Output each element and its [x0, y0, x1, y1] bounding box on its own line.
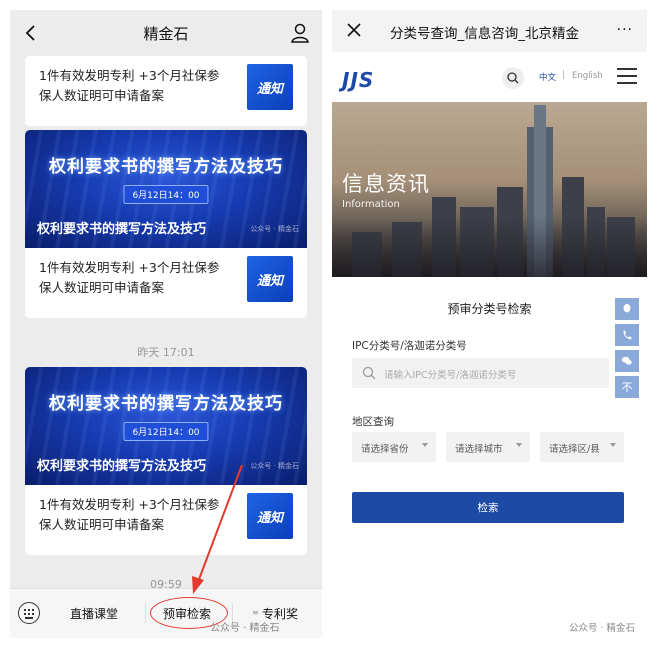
- banner-subtitle: 权利要求书的撰写方法及技巧: [37, 222, 207, 237]
- notice-thumbnail: 通知: [247, 493, 293, 539]
- ipc-search-input[interactable]: 请输入IPC分类号/洛迦诺分类号: [352, 358, 609, 388]
- search-submit-button[interactable]: 检索: [352, 492, 624, 523]
- district-select[interactable]: 请选择区/县: [540, 432, 624, 462]
- bottom-menu-bar: 直播课堂 预审检索 ≡ 专利奖 公众号 · 精金石: [10, 588, 322, 638]
- ipc-placeholder: 请输入IPC分类号/洛迦诺分类号: [384, 370, 517, 381]
- form-title: 预审分类号检索: [447, 302, 532, 316]
- site-logo[interactable]: JJS: [342, 68, 374, 92]
- article-card[interactable]: 权利要求书的撰写方法及技巧 6月12日14：00 权利要求书的撰写方法及技巧 公…: [25, 367, 307, 555]
- article-card[interactable]: 权利要求书的撰写方法及技巧 6月12日14：00 权利要求书的撰写方法及技巧 公…: [25, 130, 307, 318]
- lang-english[interactable]: English: [572, 71, 603, 81]
- lang-chinese[interactable]: 中文: [539, 71, 556, 83]
- region-label: 地区查询: [352, 416, 394, 428]
- ipc-label: IPC分类号/洛迦诺分类号: [352, 340, 467, 352]
- banner-date: 6月12日14：00: [123, 422, 209, 441]
- phone-icon[interactable]: [615, 324, 639, 346]
- browser-panel: 分类号查询_信息咨询_北京精金 ··· JJS 中文 | English 信息资…: [332, 10, 647, 638]
- item-text: 1件有效发明专利 +3个月社保参 保人数证明可申请备案: [39, 260, 220, 295]
- side-toolbar: 不: [615, 298, 639, 402]
- banner-date: 6月12日14：00: [123, 185, 209, 204]
- hamburger-menu-icon[interactable]: [617, 68, 637, 84]
- chat-title: 精金石: [143, 24, 189, 43]
- article-banner[interactable]: 权利要求书的撰写方法及技巧 6月12日14：00 权利要求书的撰写方法及技巧 公…: [25, 367, 307, 485]
- close-icon[interactable]: [346, 22, 362, 38]
- watermark: 公众号 · 精金石: [568, 623, 635, 634]
- chevron-down-icon: [422, 443, 428, 447]
- chat-header: 精金石: [10, 10, 322, 56]
- wechat-chat-panel: 精金石 1件有效发明专利 +3个月社保参 保人数证明可申请备案 通知 权利要求书…: [10, 10, 322, 638]
- keyboard-icon[interactable]: [18, 602, 40, 624]
- chevron-down-icon: [516, 443, 522, 447]
- user-icon[interactable]: [290, 22, 310, 44]
- timestamp: 昨天 17:01: [137, 346, 195, 359]
- watermark: 公众号 · 精金石: [210, 623, 280, 634]
- more-icon[interactable]: ···: [617, 22, 633, 38]
- banner-title: 权利要求书的撰写方法及技巧: [49, 157, 283, 177]
- notice-thumbnail: 通知: [247, 64, 293, 110]
- article-card[interactable]: 1件有效发明专利 +3个月社保参 保人数证明可申请备案 通知: [25, 56, 307, 126]
- banner-subtitle: 权利要求书的撰写方法及技巧: [37, 459, 207, 474]
- page-title: 分类号查询_信息咨询_北京精金: [390, 26, 579, 42]
- list-item[interactable]: 1件有效发明专利 +3个月社保参 保人数证明可申请备案 通知: [25, 248, 307, 318]
- lang-separator: |: [562, 70, 566, 80]
- top-icon[interactable]: 不: [615, 376, 639, 398]
- browser-header: 分类号查询_信息咨询_北京精金 ···: [332, 10, 647, 52]
- search-button[interactable]: [502, 67, 524, 89]
- list-item[interactable]: 1件有效发明专利 +3个月社保参 保人数证明可申请备案 通知: [25, 485, 307, 555]
- qq-icon[interactable]: [615, 298, 639, 320]
- chevron-down-icon: [610, 443, 616, 447]
- site-nav: JJS 中文 | English: [332, 52, 647, 102]
- wechat-icon[interactable]: [615, 350, 639, 372]
- banner-title: 权利要求书的撰写方法及技巧: [49, 394, 283, 414]
- hero-title: 信息资讯: [342, 172, 430, 196]
- article-banner[interactable]: 权利要求书的撰写方法及技巧 6月12日14：00 权利要求书的撰写方法及技巧 公…: [25, 130, 307, 248]
- menu-live-class[interactable]: 直播课堂: [70, 605, 118, 622]
- watermark: 公众号 · 精金石: [250, 225, 299, 233]
- notice-thumbnail: 通知: [247, 256, 293, 302]
- item-text: 1件有效发明专利 +3个月社保参 保人数证明可申请备案: [39, 497, 220, 532]
- search-icon: [507, 72, 519, 84]
- search-icon: [362, 366, 376, 380]
- back-icon[interactable]: [22, 23, 40, 43]
- province-select[interactable]: 请选择省份: [352, 432, 436, 462]
- watermark: 公众号 · 精金石: [250, 462, 299, 470]
- hero-subtitle: Information: [342, 199, 400, 210]
- item-text: 1件有效发明专利 +3个月社保参 保人数证明可申请备案: [39, 68, 220, 103]
- city-select[interactable]: 请选择城市: [446, 432, 530, 462]
- hero-banner: 信息资讯 Information: [332, 102, 647, 277]
- list-item[interactable]: 1件有效发明专利 +3个月社保参 保人数证明可申请备案 通知: [25, 56, 307, 126]
- menu-prefix-icon: ≡: [252, 608, 259, 617]
